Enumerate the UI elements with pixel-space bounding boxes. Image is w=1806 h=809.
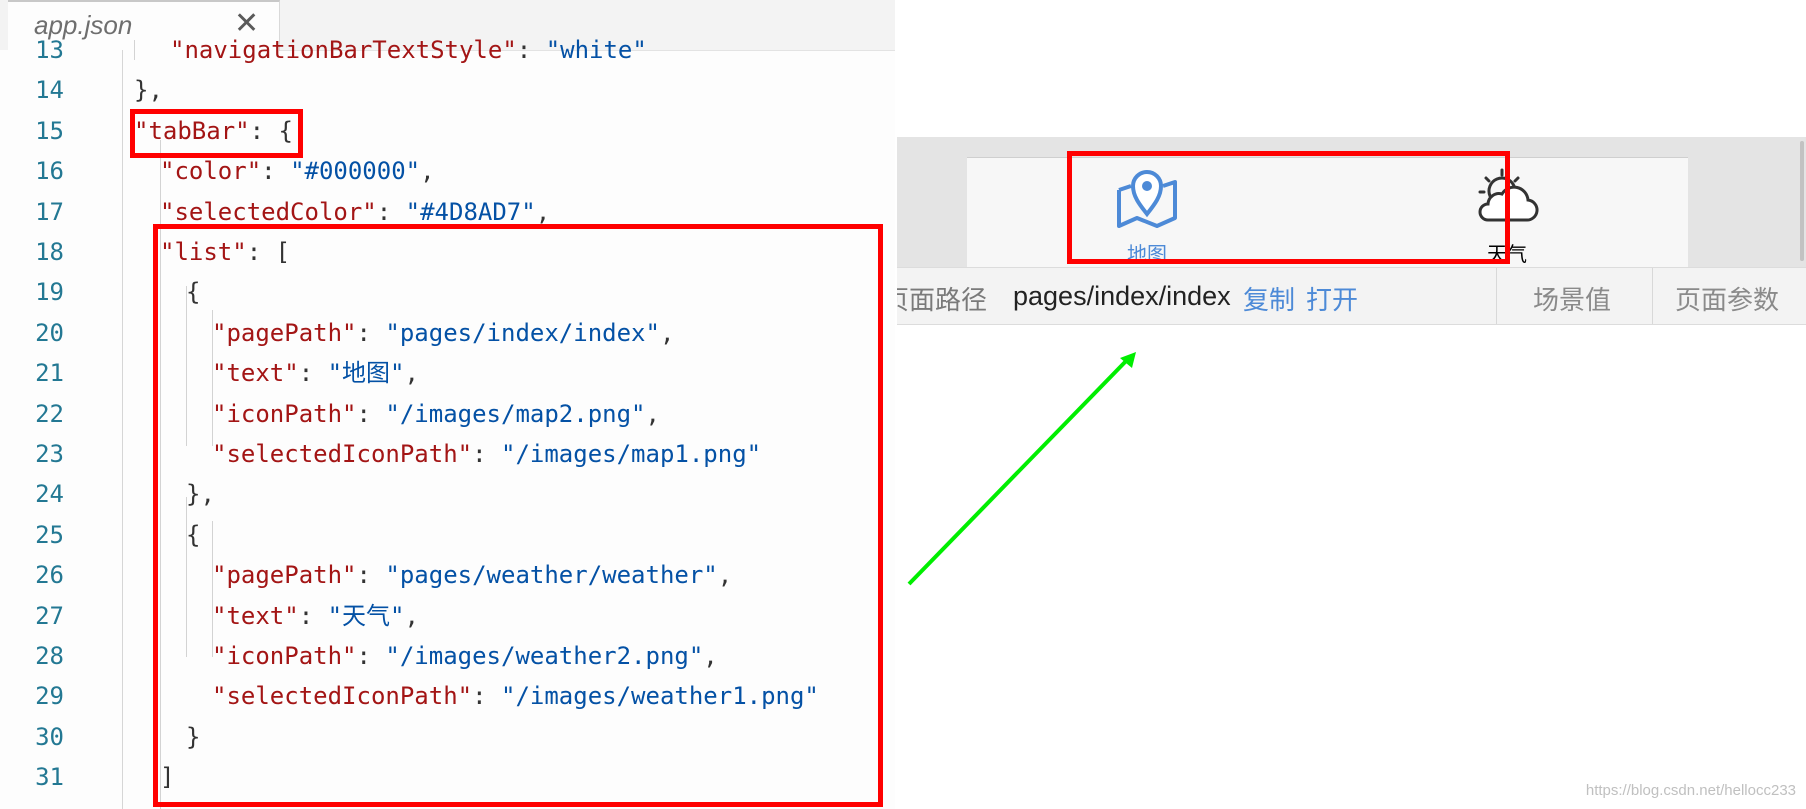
open-link[interactable]: 打开: [1306, 280, 1358, 317]
json-punctuation: : [: [246, 238, 291, 266]
json-string: "pages/index/index": [385, 318, 660, 347]
code-line[interactable]: "iconPath": "/images/weather2.png",: [0, 636, 895, 676]
preview-scrollbar[interactable]: [1688, 137, 1806, 267]
code-line[interactable]: },: [0, 70, 895, 110]
json-punctuation: : {: [249, 116, 293, 145]
code-line[interactable]: "pagePath": "pages/index/index",: [0, 313, 895, 353]
json-punctuation: {: [186, 278, 201, 307]
json-punctuation: :: [356, 561, 386, 590]
indent-guide: [160, 140, 161, 809]
json-punctuation: ,: [659, 318, 675, 347]
json-string: "/images/weather2.png": [385, 642, 704, 670]
indent-guide: [212, 521, 213, 657]
json-string: "地图": [327, 359, 405, 388]
code-line[interactable]: "text": "天气",: [0, 596, 895, 636]
json-punctuation: ]: [160, 763, 175, 792]
json-punctuation: },: [134, 76, 163, 105]
json-punctuation: ,: [404, 601, 419, 630]
code-line[interactable]: "tabBar": {: [0, 111, 895, 151]
json-punctuation: :: [472, 682, 501, 711]
indent-guide: [186, 497, 187, 657]
code-line[interactable]: "color": "#000000",: [0, 151, 895, 191]
scene-value-label: 场景值: [1533, 286, 1612, 316]
json-punctuation: ,: [535, 197, 551, 226]
json-punctuation: :: [516, 36, 546, 64]
page-status-bar: 页面路径 pages/index/index 复制 打开 场景值 页面参数: [897, 267, 1806, 325]
json-punctuation: :: [356, 318, 386, 347]
status-divider: [1496, 268, 1497, 324]
page-params-label: 页面参数: [1675, 286, 1780, 316]
json-key: "text": [212, 601, 299, 630]
indent-guide: [212, 310, 213, 446]
tab-bar: 地图 天气: [967, 157, 1688, 267]
json-punctuation: :: [472, 440, 501, 468]
tab-item-weather[interactable]: 天气: [1387, 158, 1627, 266]
json-key: "list": [160, 238, 247, 266]
code-line[interactable]: },: [0, 474, 895, 514]
json-key: "tabBar": [134, 116, 250, 145]
json-key: "selectedIconPath": [212, 440, 473, 468]
code-line[interactable]: "pagePath": "pages/weather/weather",: [0, 555, 895, 595]
json-key: "selectedColor": [160, 197, 377, 226]
json-punctuation: }: [186, 722, 201, 751]
code-line[interactable]: "selectedIconPath": "/images/weather1.pn…: [0, 676, 895, 716]
scroll-thumb[interactable]: [1800, 141, 1804, 261]
json-punctuation: :: [261, 157, 291, 186]
json-punctuation: },: [186, 480, 215, 509]
json-punctuation: :: [376, 197, 406, 226]
code-line[interactable]: {: [0, 272, 895, 312]
json-key: "iconPath": [212, 642, 357, 670]
json-punctuation: {: [186, 520, 201, 549]
json-string: "天气": [327, 601, 405, 630]
weather-cloud-icon: [1474, 168, 1540, 232]
status-divider: [1652, 268, 1653, 324]
code-line[interactable]: "list": [: [0, 232, 895, 272]
code-editor[interactable]: app.json ✕ 13 14 15 16 17 18 19 20 21 22 23 24 25 26 2…: [0, 0, 895, 809]
json-key: "iconPath": [212, 399, 357, 428]
page-path-label: 页面路径: [897, 286, 988, 316]
json-string: "pages/weather/weather": [385, 561, 718, 590]
code-line[interactable]: "iconPath": "/images/map2.png",: [0, 394, 895, 434]
tab-item-map[interactable]: 地图: [1027, 158, 1267, 266]
code-line[interactable]: {: [0, 515, 895, 555]
map-pin-icon: [1115, 168, 1179, 234]
simulator-preview: 地图 天气 面路径 pages/index/index 复制 打开 场景值 页面…: [897, 137, 1806, 327]
json-string: "/images/weather1.png": [501, 682, 819, 711]
json-key: "selectedIconPath": [212, 682, 473, 711]
json-key: "navigationBarTextStyle": [170, 36, 517, 64]
indent-guide: [186, 286, 187, 446]
tabbar-area: 地图 天气: [897, 137, 1806, 267]
page-path-value: pages/index/index: [1013, 281, 1231, 311]
json-punctuation: ,: [404, 359, 419, 388]
json-string: "#000000": [290, 157, 421, 186]
json-key: "pagePath": [212, 561, 357, 590]
code-line[interactable]: "text": "地图",: [0, 353, 895, 393]
json-key: "pagePath": [212, 318, 357, 347]
json-string: "/images/map2.png": [385, 399, 646, 428]
json-string: "#4D8AD7": [405, 197, 536, 226]
code-line[interactable]: "selectedIconPath": "/images/map1.png": [0, 434, 895, 474]
json-punctuation: :: [298, 601, 328, 630]
json-punctuation: :: [298, 359, 328, 388]
code-line[interactable]: ]: [0, 757, 895, 797]
json-key: "text": [212, 359, 299, 388]
json-punctuation: ,: [703, 642, 718, 670]
code-line[interactable]: "selectedColor": "#4D8AD7",: [0, 192, 895, 232]
green-arrow: [907, 352, 1136, 586]
json-punctuation: ,: [717, 561, 733, 590]
json-punctuation: ,: [645, 399, 660, 428]
indent-guide: [134, 40, 135, 60]
json-punctuation: :: [356, 399, 386, 428]
json-punctuation: :: [356, 642, 386, 670]
json-string: "white": [545, 36, 647, 64]
copy-link[interactable]: 复制: [1243, 280, 1295, 317]
code-line[interactable]: }: [0, 717, 895, 757]
json-key: "color": [160, 157, 262, 186]
json-punctuation: ,: [420, 157, 435, 186]
tab-label-map: 地图: [1127, 242, 1167, 266]
json-string: "/images/map1.png": [501, 440, 762, 468]
watermark: https://blog.csdn.net/hellocc233: [1585, 782, 1796, 799]
tab-label-weather: 天气: [1487, 242, 1527, 266]
